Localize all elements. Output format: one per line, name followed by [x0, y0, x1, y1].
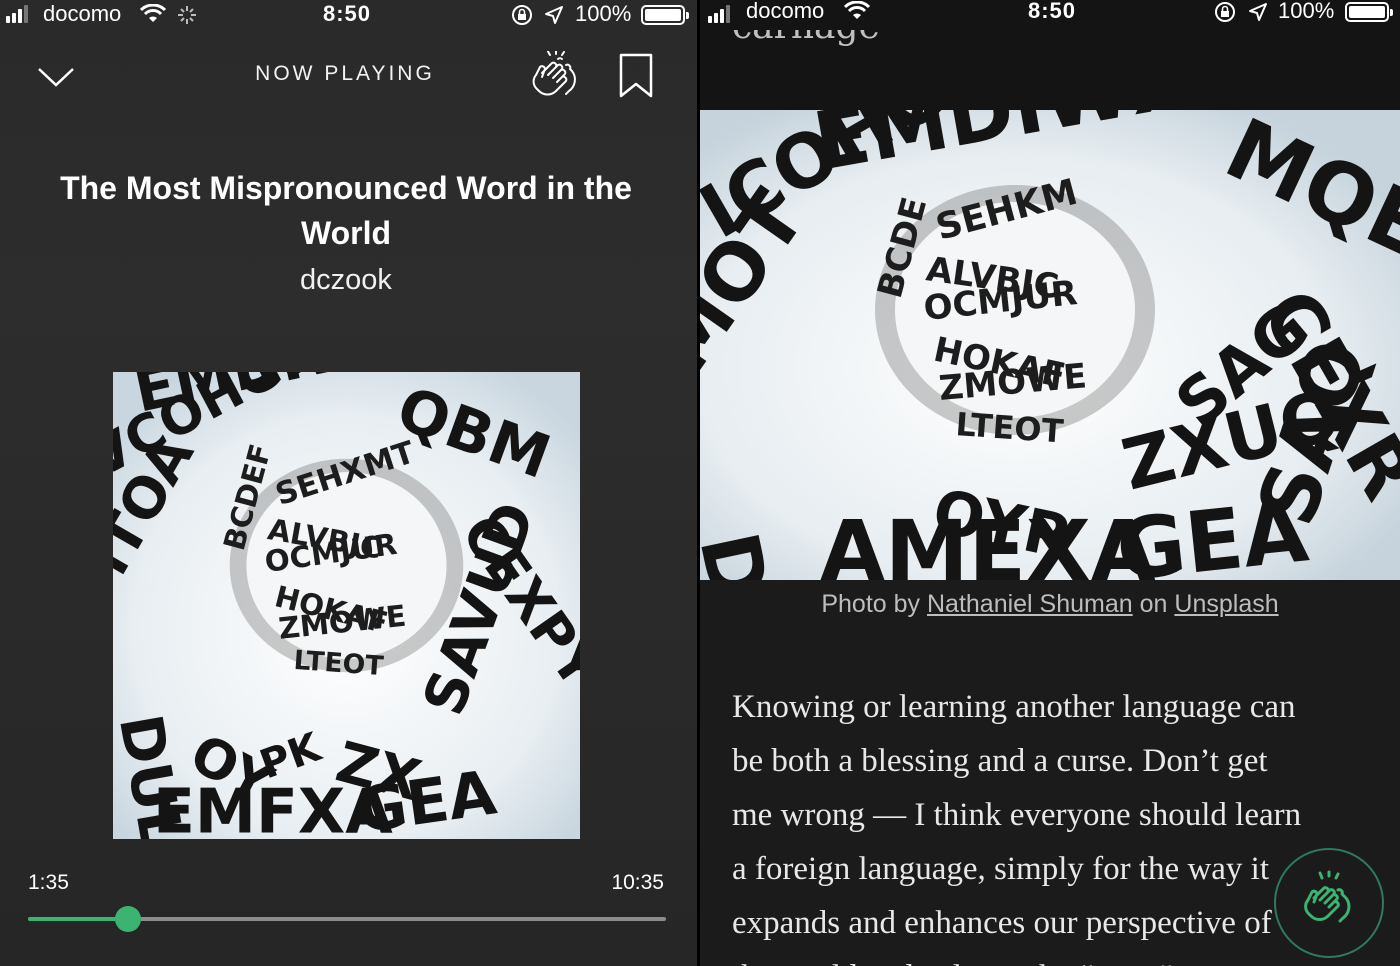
bookmark-icon[interactable] — [618, 53, 654, 99]
caption-middle: on — [1139, 590, 1168, 618]
article-screen: carnage docomo 8:50 100% — [700, 0, 1400, 966]
progress-bar[interactable] — [28, 906, 666, 932]
story-title: The Most Mispronounced Word in the World — [60, 170, 632, 251]
carrier-label: docomo — [746, 0, 825, 23]
signal-icon — [6, 5, 28, 23]
wifi-icon — [140, 4, 166, 22]
battery-percent: 100% — [575, 1, 632, 26]
article-photo: EMDIWXOD ICOHGBCL MQE CEXR MOT DGL AMEXA… — [700, 110, 1400, 580]
clap-icon[interactable] — [528, 51, 580, 101]
body-line: me wrong — I think everyone should learn — [732, 797, 1302, 833]
clock: 8:50 — [1028, 0, 1077, 23]
battery-icon — [641, 5, 689, 25]
battery-percent: 100% — [1278, 0, 1335, 23]
clap-icon — [1304, 870, 1351, 923]
caption-prefix: Photo by — [821, 590, 921, 618]
wifi-icon — [844, 1, 870, 19]
photographer-link[interactable]: Nathaniel Shuman — [927, 590, 1133, 618]
carrier-label: docomo — [43, 1, 122, 26]
status-bar: docomo 8:50 100% — [0, 0, 697, 30]
body-line: be both a blessing and a curse. Don’t ge… — [732, 743, 1268, 779]
now-playing-label: NOW PLAYING — [255, 62, 435, 85]
battery-icon — [1345, 2, 1393, 22]
elapsed-time: 1:35 — [28, 871, 69, 894]
chevron-down-icon[interactable] — [36, 61, 76, 89]
svg-text:LTEOT: LTEOT — [954, 405, 1064, 450]
body-line: Knowing or learning another language can — [732, 689, 1296, 725]
progress-scrubber[interactable] — [114, 906, 141, 932]
clock: 8:50 — [323, 1, 372, 26]
svg-text:LTEOT: LTEOT — [293, 645, 386, 682]
letter-sculpture-image: EMDIWXOD ICOHGBCL MQE CEXR MOT DGL AMEXA… — [700, 110, 1400, 580]
loading-spinner-icon — [178, 6, 196, 24]
photo-caption: Photo by Nathaniel Shuman on Unsplash — [700, 590, 1400, 619]
floating-clap-button[interactable] — [1274, 848, 1384, 958]
unsplash-link[interactable]: Unsplash — [1174, 590, 1278, 618]
location-icon — [1249, 3, 1267, 21]
letter-sculpture-image: EMDIWXO VCOHGBCL QBM CEXPY MTOA DUL EMFX… — [113, 372, 580, 839]
rotation-lock-icon — [512, 5, 532, 25]
story-author: dczook — [300, 264, 392, 296]
signal-icon — [708, 5, 730, 23]
location-icon — [545, 6, 563, 24]
status-bar: docomo 8:50 100% — [700, 0, 1400, 30]
story-artwork: EMDIWXO VCOHGBCL QBM CEXPY MTOA DUL EMFX… — [113, 372, 580, 839]
progress-fill — [28, 917, 128, 921]
rotation-lock-icon — [1215, 2, 1235, 22]
total-time: 10:35 — [611, 871, 664, 894]
player-header: NOW PLAYING — [0, 45, 697, 105]
now-playing-screen: docomo 8:50 100% NOW PLAYING The Most Mi… — [0, 0, 697, 966]
